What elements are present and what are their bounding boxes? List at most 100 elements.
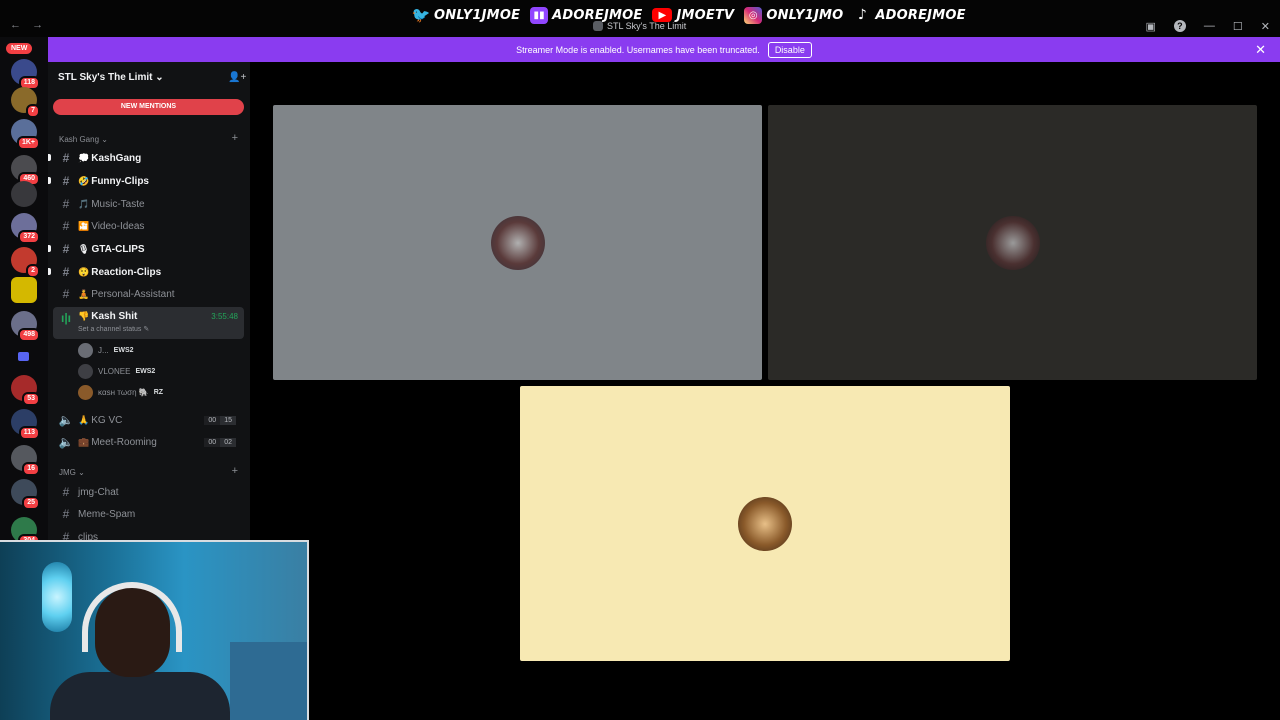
inbox-icon[interactable]: ▣	[1146, 20, 1156, 33]
new-badge[interactable]: NEW	[6, 43, 33, 54]
server-folder-icon[interactable]: 25	[11, 479, 40, 510]
server-icon[interactable]: 118	[11, 59, 40, 90]
category-jmg[interactable]: JMG ⌄	[59, 468, 85, 477]
social-instagram: ◎ ONLY1JMO	[744, 6, 843, 24]
user-tag: EWS2	[135, 368, 156, 375]
avatar	[78, 343, 93, 358]
voice-user[interactable]: J... EWS2	[78, 343, 134, 358]
banner-text: Streamer Mode is enabled. Usernames have…	[516, 44, 760, 55]
add-channel-icon[interactable]: +	[232, 132, 238, 144]
social-twitter: 🐦 ONLY1JMOE	[411, 6, 521, 24]
hash-icon: #	[62, 174, 70, 188]
forward-arrow-icon[interactable]: →	[32, 19, 43, 31]
voice-timer: 3:55:48	[211, 312, 238, 321]
hash-icon: #	[62, 151, 70, 165]
disable-button[interactable]: Disable	[767, 41, 812, 58]
hash-icon: #	[62, 507, 70, 521]
streamer-mode-banner: Streamer Mode is enabled. Usernames have…	[48, 37, 1280, 62]
unread-indicator	[48, 268, 51, 275]
channel-music-taste[interactable]: # 🎵 Music-Taste	[53, 194, 244, 214]
minimize-button[interactable]: —	[1204, 20, 1215, 33]
social-tiktok: ♪ ADOREJMOE	[853, 7, 966, 24]
close-icon[interactable]: ✕	[1255, 42, 1266, 58]
category-kash-gang[interactable]: Kash Gang ⌄	[59, 135, 108, 144]
window-controls: ▣ ? — ☐ ✕	[1146, 20, 1270, 33]
server-icon[interactable]	[11, 181, 37, 207]
instagram-icon: ◎	[744, 6, 763, 24]
mention-badge: 372	[18, 230, 40, 244]
streamer-webcam	[0, 540, 309, 720]
new-mentions-button[interactable]: NEW MENTIONS	[53, 99, 244, 115]
server-icon[interactable]: 1K+	[11, 119, 40, 150]
channel-meme-spam[interactable]: # Meme-Spam	[53, 504, 244, 524]
mention-badge: 16	[22, 462, 40, 476]
server-icon[interactable]: 460	[11, 155, 40, 186]
mention-badge: 53	[22, 392, 40, 406]
voice-user[interactable]: ĸαѕн тωση 🐘 RZ	[78, 385, 163, 400]
help-icon[interactable]: ?	[1173, 20, 1186, 32]
channel-personal-assistant[interactable]: # 🧘 Personal-Assistant	[53, 284, 244, 304]
avatar	[78, 385, 93, 400]
mention-badge: 25	[22, 496, 40, 510]
unread-indicator	[48, 154, 51, 161]
mention-badge: 2	[26, 264, 40, 278]
unread-indicator	[48, 245, 51, 252]
participant-tile[interactable]	[273, 105, 762, 380]
mention-badge: 7	[26, 104, 40, 118]
channel-video-ideas[interactable]: # 🎦 Video-Ideas	[53, 216, 244, 236]
add-channel-icon[interactable]: +	[232, 465, 238, 477]
close-window-button[interactable]: ✕	[1261, 20, 1270, 33]
youtube-icon: ▶	[652, 8, 673, 22]
maximize-button[interactable]: ☐	[1233, 20, 1243, 33]
server-icon	[593, 21, 603, 31]
channel-reaction-clips[interactable]: # 😲 Reaction-Clips	[48, 262, 244, 282]
person-body	[50, 672, 230, 720]
avatar	[78, 364, 93, 379]
server-icon[interactable]: 7	[11, 87, 40, 118]
back-arrow-icon[interactable]: ←	[10, 19, 21, 31]
server-icon[interactable]: 113	[11, 409, 40, 440]
headphones-icon	[82, 582, 182, 652]
participant-tile[interactable]	[768, 105, 1257, 380]
server-icon[interactable]: 372	[11, 213, 40, 244]
twitch-icon: ▮▮	[530, 6, 549, 24]
stream-overlay-socials: 🐦 ONLY1JMOE ▮▮ ADOREJMOE ▶ JMOETV ◎ ONLY1JMO…	[412, 4, 966, 26]
voice-channel-kg-vc[interactable]: 🔈 🙏 KG VC 00 15	[53, 410, 244, 430]
tiktok-icon: ♪	[857, 7, 867, 23]
lamp-shape	[42, 562, 72, 632]
channel-jmg-chat[interactable]: # jmg-Chat	[53, 482, 244, 502]
voice-channel-meet-rooming[interactable]: 🔈 💼 Meet-Rooming 00 02	[53, 432, 244, 452]
voice-activity-icon: ı|ı	[60, 311, 72, 325]
avatar	[490, 215, 545, 270]
channel-gta-clips[interactable]: # 🎙 GTA-CLIPS	[48, 239, 244, 259]
nav-arrows: ← →	[10, 19, 51, 31]
user-limit-badge: 00 15	[204, 415, 236, 425]
user-tag: RZ	[153, 389, 164, 396]
server-folder-icon[interactable]: 16	[11, 445, 40, 476]
hash-icon: #	[62, 265, 70, 279]
invite-people-icon[interactable]: 👤+	[228, 72, 246, 83]
hash-icon: #	[62, 287, 70, 301]
bed-shape	[230, 642, 307, 720]
unread-indicator	[48, 177, 51, 184]
server-icon[interactable]: 53	[11, 375, 40, 406]
voice-user[interactable]: VLONEE EWS2	[78, 364, 155, 379]
hash-icon: #	[62, 197, 70, 211]
mention-badge: 498	[18, 328, 40, 342]
server-icon[interactable]	[11, 277, 37, 303]
participant-tile[interactable]	[520, 386, 1010, 661]
title-bar: ← → 🐦 ONLY1JMOE ▮▮ ADOREJMOE ▶ JMOETV ◎ ONLY…	[0, 0, 1280, 37]
set-channel-status[interactable]: Set a channel status ✎	[78, 325, 149, 333]
server-icon[interactable]: 2	[11, 247, 40, 278]
hash-icon: #	[62, 219, 70, 233]
server-name-header[interactable]: STL Sky's The Limit ⌄	[58, 72, 164, 83]
folder-icon[interactable]	[18, 352, 29, 361]
speaker-icon: 🔈	[58, 435, 74, 449]
window-title: STL Sky's The Limit	[593, 21, 686, 31]
avatar	[985, 215, 1040, 270]
server-icon[interactable]: 498	[11, 311, 40, 342]
channel-kashgang[interactable]: # 💭 KashGang	[48, 148, 244, 168]
speaker-icon: 🔈	[58, 413, 74, 427]
channel-funny-clips[interactable]: # 🤣 Funny-Clips	[48, 171, 244, 191]
voice-channel-kash-shit[interactable]: ı|ı 👎 Kash Shit 3:55:48 Set a channel st…	[53, 307, 244, 339]
